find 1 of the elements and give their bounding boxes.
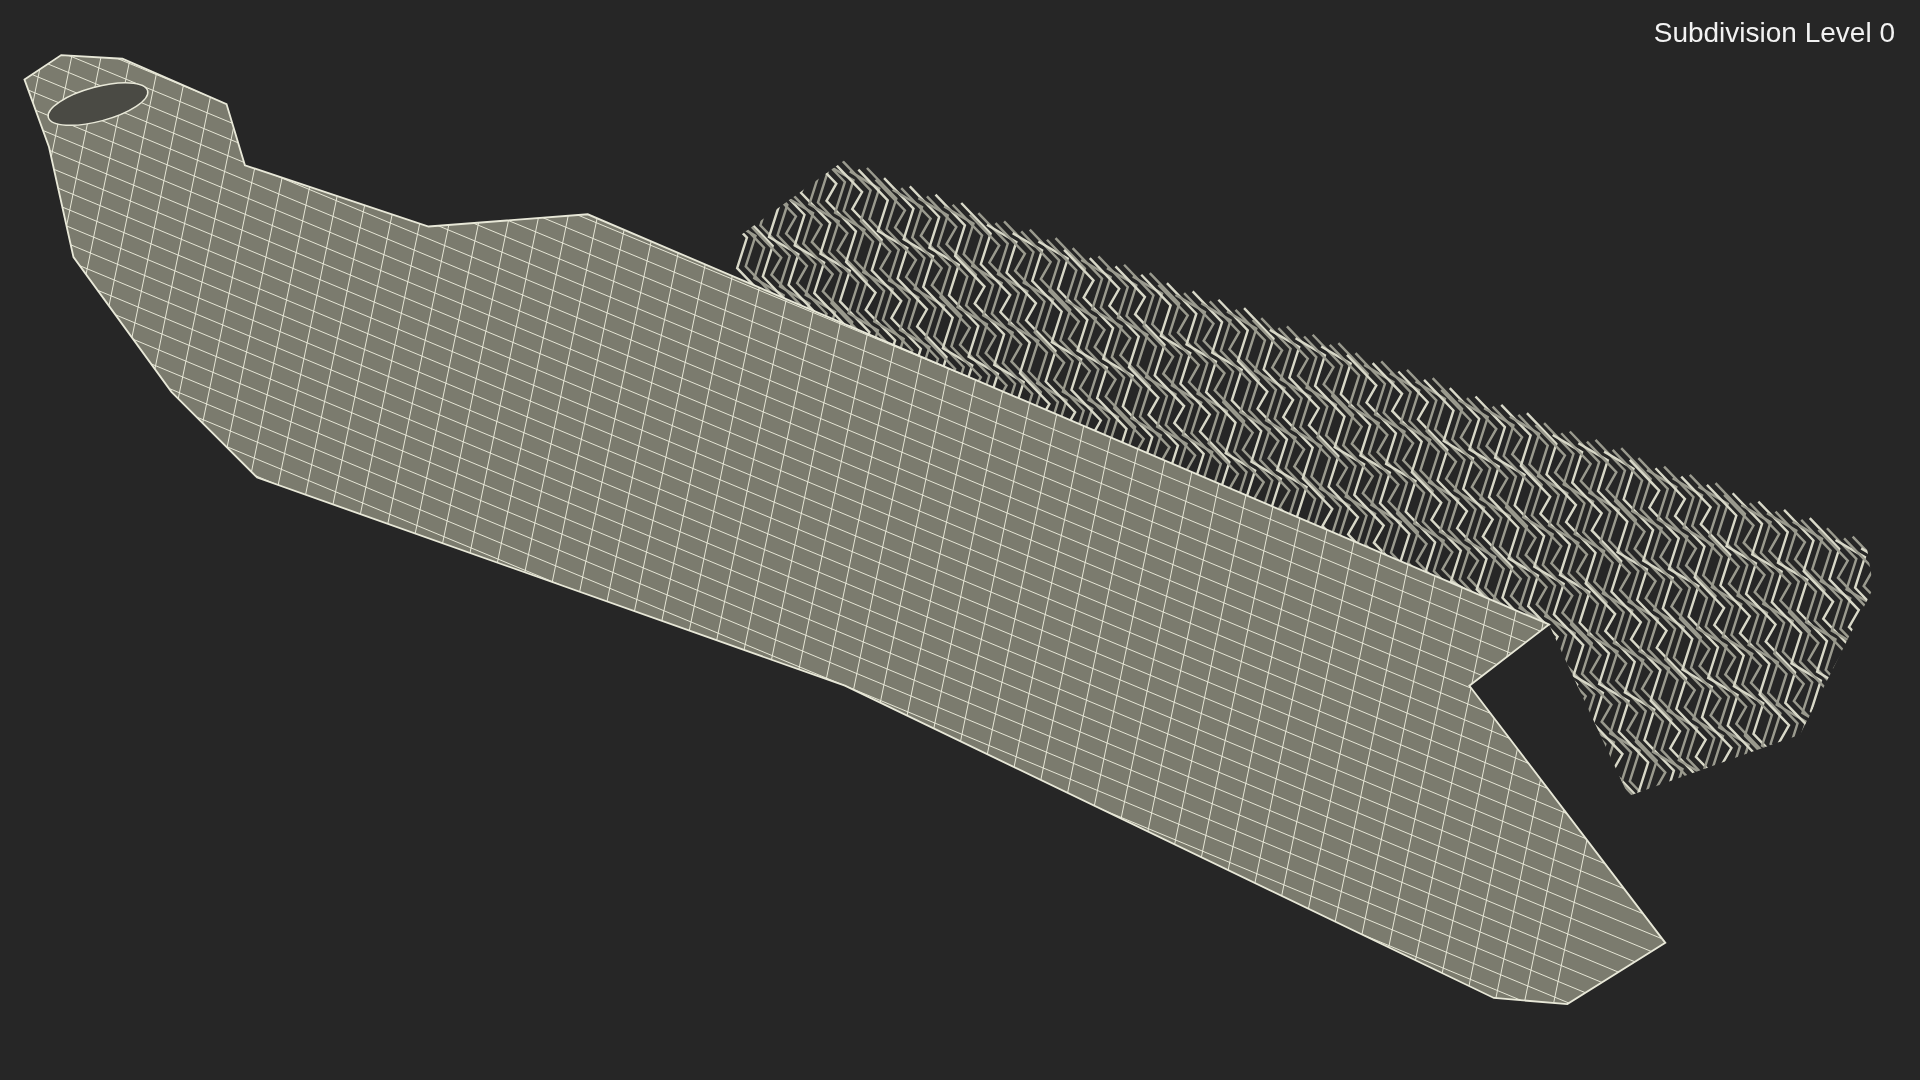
viewport-label: Subdivision Level 0	[1653, 16, 1895, 50]
